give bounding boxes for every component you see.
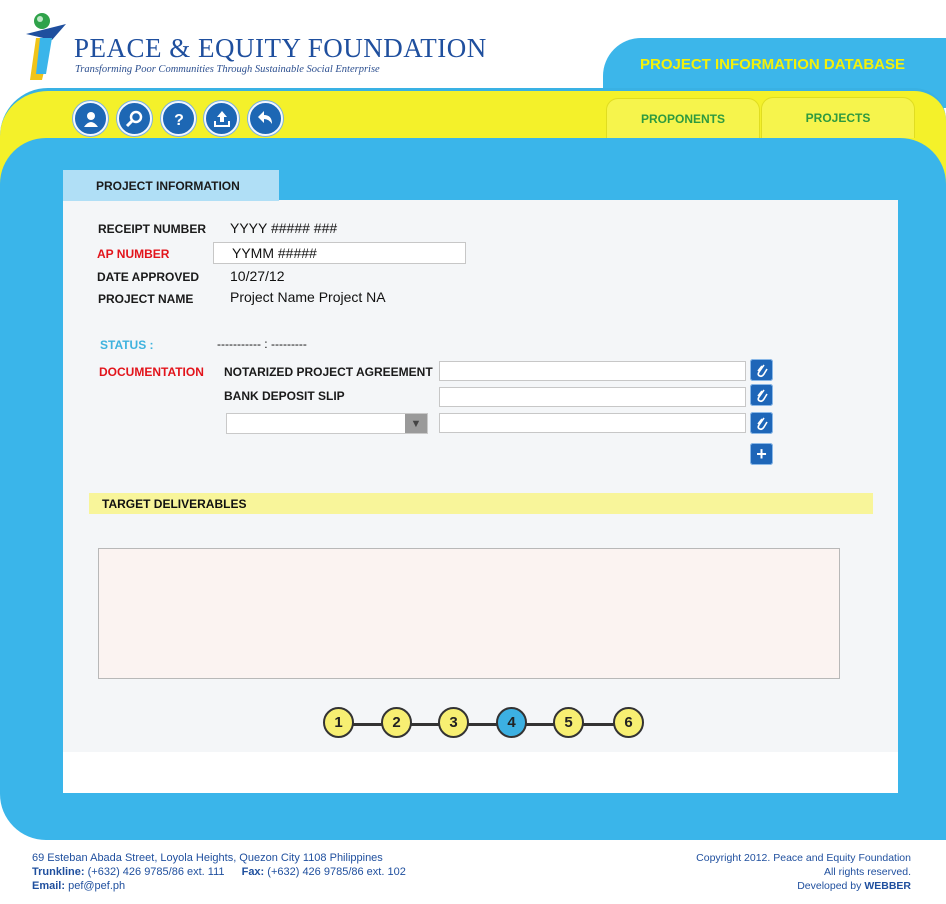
trunkline-label: Trunkline: [32, 866, 85, 878]
plus-icon: + [756, 443, 767, 464]
date-approved-label: DATE APPROVED [97, 270, 200, 284]
step-4[interactable]: 4 [496, 707, 527, 738]
project-name-value: Project Name Project NA [230, 289, 386, 305]
doc-item-label-notarized-agreement: NOTARIZED PROJECT AGREEMENT [224, 365, 433, 379]
status-value: ----------- : --------- [217, 337, 307, 351]
logo-title: PEACE & EQUITY FOUNDATION [74, 33, 487, 63]
document-type-select[interactable]: ▼ [226, 413, 428, 434]
paperclip-icon[interactable] [750, 359, 773, 381]
developed-by-label: Developed by [797, 880, 862, 892]
search-icon[interactable] [117, 101, 152, 136]
upload-icon[interactable] [204, 101, 239, 136]
step-6[interactable]: 6 [613, 707, 644, 738]
footer-rights: All rights reserved. [824, 866, 911, 878]
fax-value: (+632) 426 9785/86 ext. 102 [267, 866, 406, 878]
chevron-down-icon: ▼ [405, 414, 427, 433]
step-2[interactable]: 2 [381, 707, 412, 738]
footer-developed-by: Developed by WEBBER [797, 880, 911, 892]
date-approved-value: 10/27/12 [230, 268, 285, 284]
database-title: PROJECT INFORMATION DATABASE [640, 56, 905, 73]
step-3[interactable]: 3 [438, 707, 469, 738]
email-label: Email: [32, 880, 66, 892]
trunkline-value: (+632) 426 9785/86 ext. 111 [87, 866, 225, 878]
section-title: PROJECT INFORMATION [63, 170, 279, 201]
email-link[interactable]: pef@pef.ph [68, 880, 125, 892]
receipt-number-label: RECEIPT NUMBER [98, 222, 207, 236]
step-1[interactable]: 1 [323, 707, 354, 738]
footer-address: 69 Esteban Abada Street, Loyola Heights,… [32, 852, 383, 864]
user-icon[interactable] [73, 101, 108, 136]
footer-email-line: Email: pef@pef.ph [32, 880, 125, 892]
bank-deposit-slip-file-input[interactable] [439, 387, 746, 407]
add-document-button[interactable]: + [750, 443, 773, 465]
target-deliverables-header: TARGET DELIVERABLES [89, 493, 873, 514]
tab-proponents[interactable]: PROPONENTS [606, 98, 760, 139]
step-5[interactable]: 5 [553, 707, 584, 738]
status-label: STATUS : [100, 338, 154, 352]
fax-label: Fax: [241, 866, 265, 878]
developer-name: WEBBER [864, 880, 911, 892]
back-icon[interactable] [248, 101, 283, 136]
ap-number-label: AP NUMBER [97, 247, 170, 261]
project-name-label: PROJECT NAME [98, 292, 194, 306]
svg-text:?: ? [174, 112, 184, 129]
ap-number-input[interactable]: YYMM ##### [213, 242, 466, 264]
logo-subtitle: Transforming Poor Communities Through Su… [75, 64, 380, 75]
footer-copyright: Copyright 2012. Peace and Equity Foundat… [696, 852, 911, 864]
paperclip-icon[interactable] [750, 384, 773, 406]
tab-projects[interactable]: PROJECTS [761, 97, 915, 138]
notarized-agreement-file-input[interactable] [439, 361, 746, 381]
receipt-number-value: YYYY ##### ### [230, 220, 338, 236]
help-icon[interactable]: ? [161, 101, 196, 136]
footer-phone-line: Trunkline: (+632) 426 9785/86 ext. 111 F… [32, 866, 406, 878]
other-document-file-input[interactable] [439, 413, 746, 433]
doc-item-label-bank-deposit-slip: BANK DEPOSIT SLIP [224, 389, 345, 403]
documentation-label: DOCUMENTATION [99, 365, 204, 379]
paperclip-icon[interactable] [750, 412, 773, 434]
target-deliverables-textarea[interactable] [98, 548, 840, 679]
logo-figure-icon [22, 12, 68, 82]
